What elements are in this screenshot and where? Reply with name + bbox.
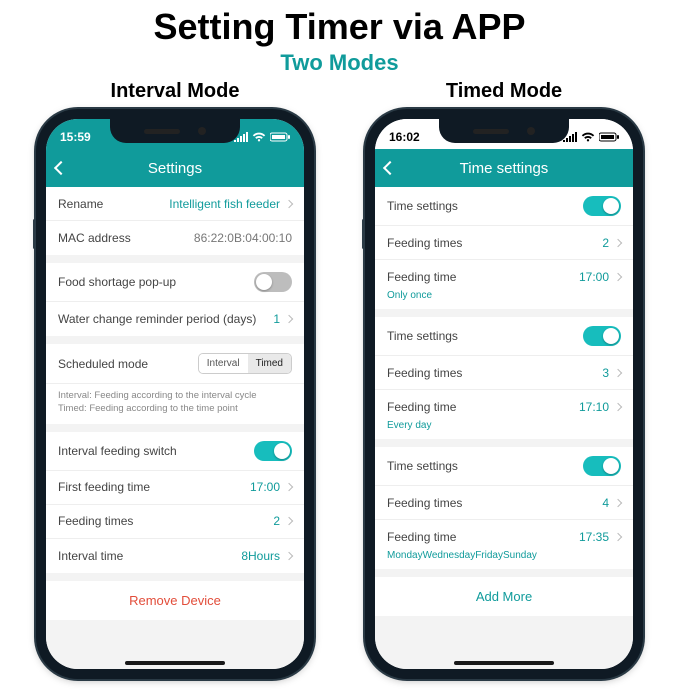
phone-notch <box>439 119 569 143</box>
feeding-times-row[interactable]: Feeding times 2 <box>46 505 304 539</box>
feeding-time-row[interactable]: Feeding time 17:00 <box>375 260 633 294</box>
chevron-right-icon <box>614 273 622 281</box>
mac-label: MAC address <box>58 231 131 245</box>
phone-frame-interval: 15:59 Settings Rename Intelli <box>36 109 314 679</box>
interval-mode-label: Interval Mode <box>111 80 240 103</box>
chevron-right-icon <box>614 498 622 506</box>
food-shortage-toggle[interactable] <box>254 272 292 292</box>
add-more-button[interactable]: Add More <box>375 577 633 616</box>
battery-icon <box>599 132 619 142</box>
mode-segmented-control[interactable]: Interval Timed <box>198 353 292 374</box>
page-subtitle: Two Modes <box>0 50 679 76</box>
scheduled-mode-row: Scheduled mode Interval Timed <box>46 344 304 384</box>
interval-switch-label: Interval feeding switch <box>58 444 177 458</box>
chevron-right-icon <box>285 483 293 491</box>
interval-time-label: Interval time <box>58 549 123 563</box>
rename-value: Intelligent fish feeder <box>169 197 292 211</box>
interval-switch-row[interactable]: Interval feeding switch <box>46 432 304 471</box>
phone-screen-interval: 15:59 Settings Rename Intelli <box>46 119 304 669</box>
settings-content: Rename Intelligent fish feeder MAC addre… <box>46 187 304 669</box>
feeding-times-row[interactable]: Feeding times 4 <box>375 486 633 520</box>
status-time: 15:59 <box>60 130 91 144</box>
time-settings-row[interactable]: Time settings <box>375 447 633 486</box>
repeat-subtext: Every day <box>375 420 633 439</box>
wifi-icon <box>581 132 595 142</box>
wifi-icon <box>252 132 266 142</box>
mac-row: MAC address 86:22:0B:04:00:10 <box>46 221 304 255</box>
time-settings-row[interactable]: Time settings <box>375 187 633 226</box>
status-icons <box>563 132 619 142</box>
app-header: Settings <box>46 149 304 187</box>
first-feeding-value: 17:00 <box>250 480 292 494</box>
phone-frame-timed: 16:02 Time settings Time setting <box>365 109 643 679</box>
timed-column: Timed Mode 16:02 Time settings <box>359 80 649 679</box>
first-feeding-label: First feeding time <box>58 480 150 494</box>
page-title: Setting Timer via APP <box>0 6 679 48</box>
chevron-right-icon <box>614 238 622 246</box>
feeding-times-row[interactable]: Feeding times 2 <box>375 226 633 260</box>
feeding-time-row[interactable]: Feeding time 17:10 <box>375 390 633 424</box>
status-icons <box>234 132 290 142</box>
food-shortage-label: Food shortage pop-up <box>58 275 176 289</box>
phone-screen-timed: 16:02 Time settings Time setting <box>375 119 633 669</box>
back-button[interactable] <box>54 161 68 175</box>
mode-help-text: Interval: Feeding according to the inter… <box>46 384 304 424</box>
chevron-right-icon <box>614 403 622 411</box>
rename-row[interactable]: Rename Intelligent fish feeder <box>46 187 304 221</box>
chevron-right-icon <box>285 551 293 559</box>
water-reminder-label: Water change reminder period (days) <box>58 312 256 326</box>
seg-timed[interactable]: Timed <box>248 354 291 373</box>
header-title: Time settings <box>460 160 549 177</box>
chevron-right-icon <box>285 199 293 207</box>
mac-value: 86:22:0B:04:00:10 <box>194 231 292 245</box>
water-reminder-row[interactable]: Water change reminder period (days) 1 <box>46 302 304 336</box>
time-settings-toggle[interactable] <box>583 456 621 476</box>
interval-switch-toggle[interactable] <box>254 441 292 461</box>
food-shortage-row[interactable]: Food shortage pop-up <box>46 263 304 302</box>
back-button[interactable] <box>383 161 397 175</box>
interval-time-row[interactable]: Interval time 8Hours <box>46 539 304 573</box>
scheduled-mode-label: Scheduled mode <box>58 357 148 371</box>
time-settings-content: Time settings Feeding times 2 Feeding ti… <box>375 187 633 669</box>
feeding-time-row[interactable]: Feeding time 17:35 <box>375 520 633 554</box>
remove-device-button[interactable]: Remove Device <box>46 581 304 620</box>
chevron-right-icon <box>285 315 293 323</box>
interval-column: Interval Mode 15:59 Settings <box>30 80 320 679</box>
status-time: 16:02 <box>389 130 420 144</box>
phone-notch <box>110 119 240 143</box>
feeding-times-row[interactable]: Feeding times 3 <box>375 356 633 390</box>
header-title: Settings <box>148 160 202 177</box>
interval-time-value: 8Hours <box>241 549 292 563</box>
timed-mode-label: Timed Mode <box>446 80 562 103</box>
battery-icon <box>270 132 290 142</box>
chevron-right-icon <box>614 368 622 376</box>
home-indicator[interactable] <box>454 661 554 665</box>
water-reminder-value: 1 <box>273 312 292 326</box>
first-feeding-row[interactable]: First feeding time 17:00 <box>46 471 304 505</box>
app-header: Time settings <box>375 149 633 187</box>
seg-interval[interactable]: Interval <box>199 354 248 373</box>
chevron-right-icon <box>285 517 293 525</box>
repeat-subtext: Only once <box>375 290 633 309</box>
time-settings-toggle[interactable] <box>583 326 621 346</box>
time-settings-row[interactable]: Time settings <box>375 317 633 356</box>
home-indicator[interactable] <box>125 661 225 665</box>
columns: Interval Mode 15:59 Settings <box>0 80 679 679</box>
feeding-times-label: Feeding times <box>58 514 133 528</box>
time-settings-toggle[interactable] <box>583 196 621 216</box>
repeat-subtext: MondayWednesdayFridaySunday <box>375 550 633 569</box>
feeding-times-value: 2 <box>273 514 292 528</box>
chevron-right-icon <box>614 533 622 541</box>
rename-label: Rename <box>58 197 103 211</box>
